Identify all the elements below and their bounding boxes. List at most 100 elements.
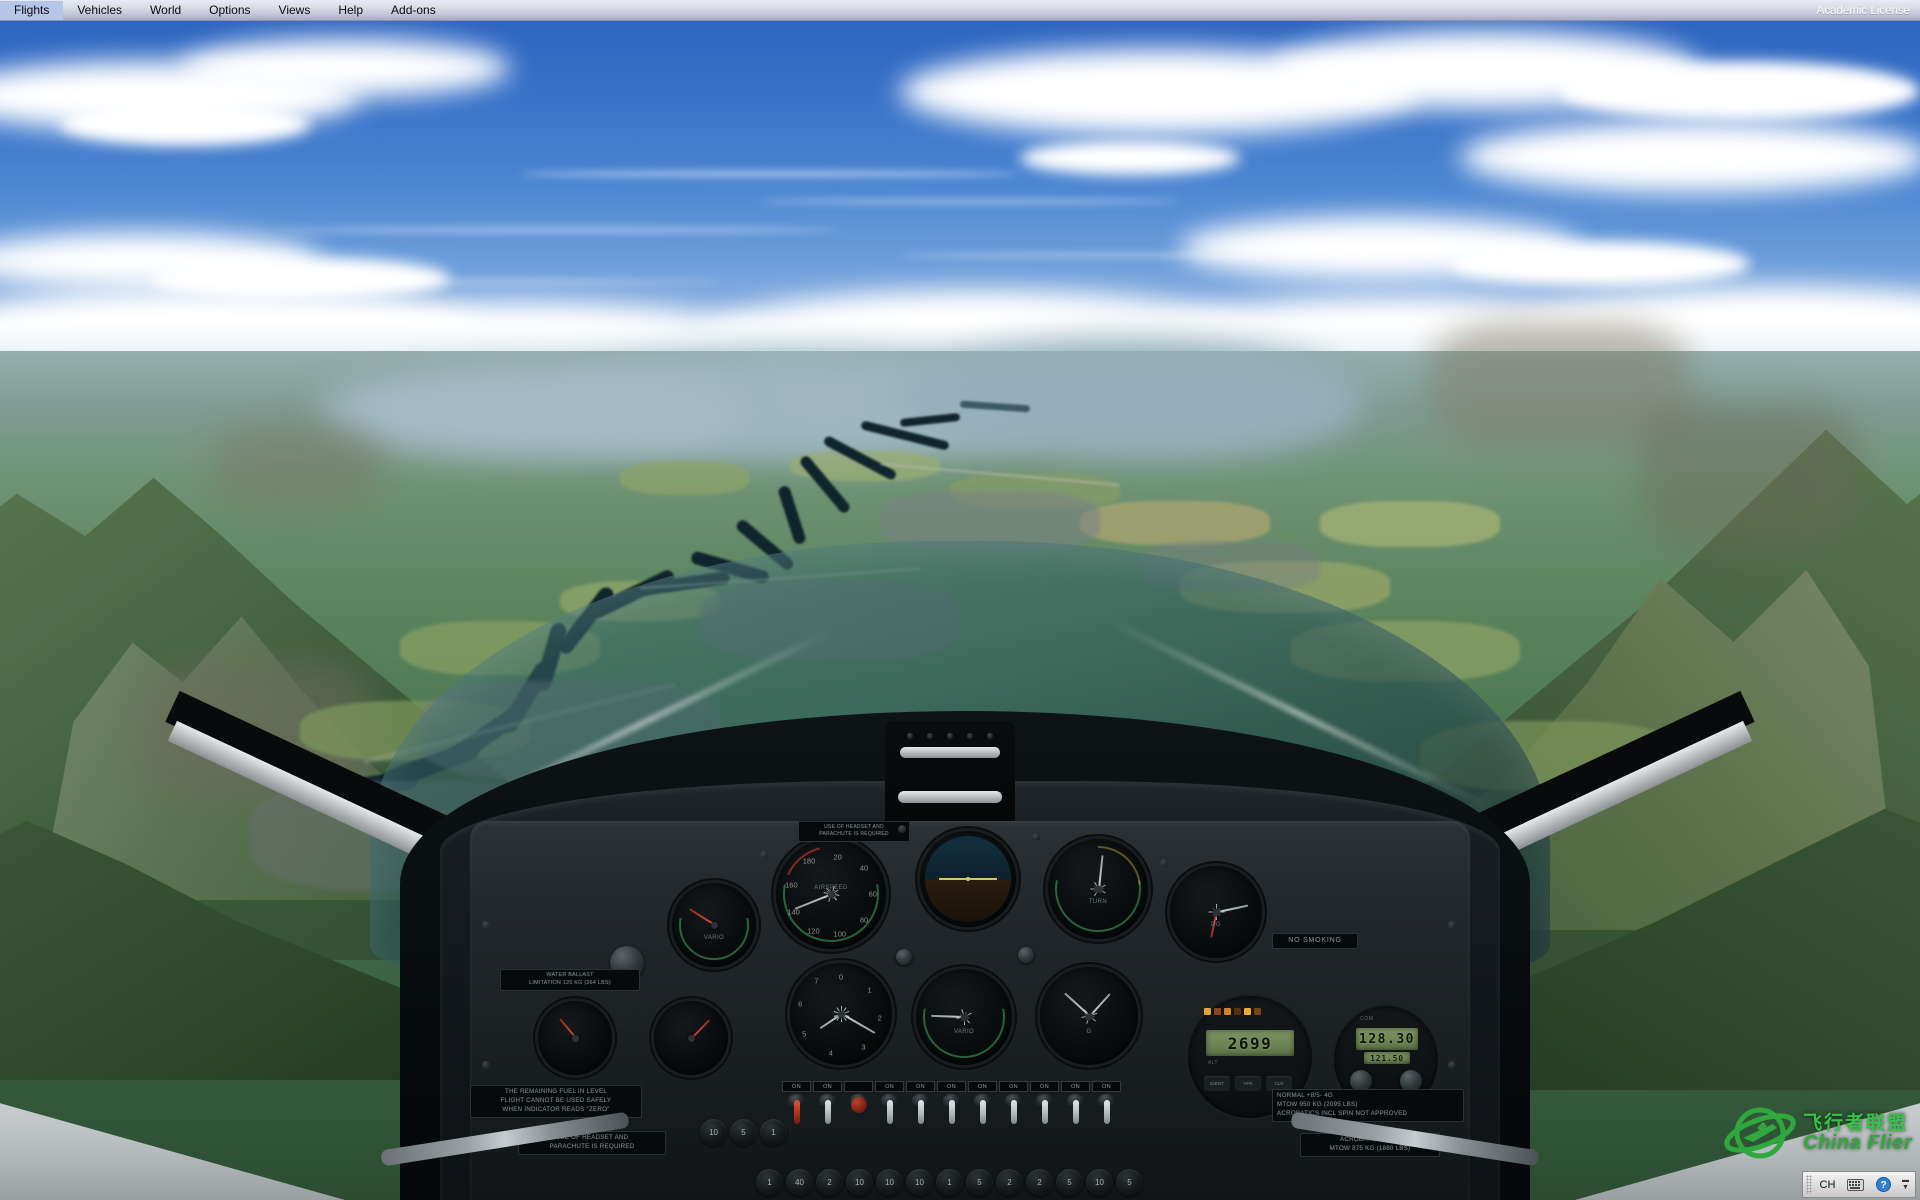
nav-lights[interactable]: ON <box>875 1081 904 1127</box>
menu-item-world[interactable]: World <box>136 1 195 20</box>
panel-screw <box>1448 1061 1456 1069</box>
turn-coordinator-gauge[interactable]: TURN <box>1048 839 1148 939</box>
circuit-breaker[interactable]: 10 <box>876 1169 903 1196</box>
circuit-breaker[interactable]: 2 <box>996 1169 1023 1196</box>
left-aux-gauge-2[interactable] <box>654 1001 728 1075</box>
circuit-breaker[interactable]: 1 <box>756 1169 783 1196</box>
pitot-heat[interactable]: ON <box>968 1081 997 1127</box>
circuit-breaker[interactable]: 5 <box>1116 1169 1143 1196</box>
turn-coordinator-knob[interactable] <box>1018 947 1034 963</box>
gauge-tick-label: 180 <box>802 856 816 866</box>
variometer-right-gauge[interactable]: VARIO <box>916 969 1012 1065</box>
gauge-tick-label: 3 <box>861 1042 866 1052</box>
left-aux-gauge-1[interactable] <box>538 1001 612 1075</box>
panel-screw <box>482 1061 490 1069</box>
menu-label: Help <box>338 3 364 17</box>
circuit-breaker[interactable]: 40 <box>786 1169 813 1196</box>
altimeter-setting-knob[interactable] <box>896 949 912 965</box>
transponder-button-ident[interactable]: IDENT <box>1204 1076 1230 1091</box>
circuit-breaker[interactable]: 1 <box>760 1119 787 1146</box>
transponder-code-display: 2699 <box>1206 1030 1294 1056</box>
menu-item-addons[interactable]: Add-ons <box>377 1 450 20</box>
strobe-lights[interactable]: ON <box>906 1081 935 1127</box>
simulator-3d-view[interactable]: VARIO 20 40 60 80 100 120 140 160 180 AI… <box>0 21 1920 1200</box>
circuit-breaker[interactable]: 5 <box>1056 1169 1083 1196</box>
application-menu-bar[interactable]: Flights Vehicles World Options Views Hel… <box>0 0 1920 21</box>
farm-field <box>1290 621 1520 681</box>
circuit-breaker[interactable]: 10 <box>846 1169 873 1196</box>
cloud <box>180 39 510 97</box>
beacon-switch[interactable]: ON <box>937 1081 966 1127</box>
attitude-indicator-gauge[interactable] <box>920 831 1016 927</box>
com-active-frequency: 128.30 <box>1356 1028 1418 1050</box>
switch-lever[interactable] <box>979 1100 986 1124</box>
needle-hub <box>571 1034 579 1042</box>
directional-gyro-gauge[interactable]: DG <box>1170 866 1262 958</box>
canopy-handle-lower[interactable] <box>898 791 1002 803</box>
transponder-mode-label: ALT <box>1208 1060 1218 1066</box>
circuit-breaker[interactable]: 1 <box>936 1169 963 1196</box>
keyboard-glyph <box>1847 1178 1864 1191</box>
cloud <box>60 103 310 145</box>
instrument-power[interactable]: ON <box>1030 1081 1059 1127</box>
switch-lever[interactable] <box>1041 1100 1048 1124</box>
panel-lights[interactable]: ON <box>999 1081 1028 1127</box>
g-meter-gauge[interactable]: G <box>1040 967 1138 1065</box>
switch-cap-label: ON <box>782 1081 811 1092</box>
altimeter-gauge[interactable]: 0 1 2 3 4 5 6 7 <box>790 963 892 1065</box>
transponder-button-vfr[interactable]: VFR <box>1235 1076 1261 1091</box>
keyboard-icon[interactable] <box>1843 1174 1868 1195</box>
variometer-left-gauge[interactable]: VARIO <box>672 883 756 967</box>
switch-lever[interactable] <box>824 1100 831 1124</box>
menu-item-help[interactable]: Help <box>324 1 377 20</box>
circuit-breaker[interactable]: 10 <box>906 1169 933 1196</box>
menu-item-vehicles[interactable]: Vehicles <box>63 1 136 20</box>
help-icon[interactable]: ? <box>1871 1174 1896 1195</box>
ime-drag-handle[interactable] <box>1806 1175 1812 1194</box>
airspeed-indicator-gauge[interactable]: 20 40 60 80 100 120 140 160 180 AIRSPEED <box>776 839 886 949</box>
panel-screw <box>760 851 768 859</box>
ime-language-button[interactable]: CH <box>1815 1174 1840 1195</box>
switch-lever[interactable] <box>1010 1100 1017 1124</box>
menu-item-flights[interactable]: Flights <box>0 0 64 20</box>
menu-label: Vehicles <box>77 3 123 17</box>
circuit-breaker-row-upper[interactable]: 10 5 1 <box>700 1119 787 1146</box>
circuit-breaker[interactable]: 2 <box>816 1169 843 1196</box>
circuit-breaker[interactable]: 5 <box>730 1119 757 1146</box>
switch-lever[interactable] <box>1072 1100 1079 1124</box>
switch-lever[interactable] <box>793 1100 800 1124</box>
xpdr-power[interactable]: ON <box>1092 1081 1121 1127</box>
switch-knob[interactable] <box>850 1097 867 1113</box>
placard-upper-panel: USE OF HEADSET AND PARACHUTE IS REQUIRED <box>798 821 910 842</box>
needle-hub <box>710 921 718 929</box>
switch-lever[interactable] <box>886 1100 893 1124</box>
gauge-tick-label: 7 <box>814 976 819 986</box>
switch-lever[interactable] <box>1103 1100 1110 1124</box>
menu-item-views[interactable]: Views <box>265 1 325 20</box>
switch-row[interactable]: ON ON ON ON ON ON ON ON ON ON <box>782 1081 1121 1127</box>
menu-item-options[interactable]: Options <box>195 1 264 20</box>
placard-water-ballast: WATER BALLAST LIMITATION 120 KG (264 LBS… <box>500 969 640 991</box>
ime-language-bar[interactable]: CH ? ▬ ▼ <box>1802 1171 1916 1198</box>
radio-power[interactable]: ON <box>1061 1081 1090 1127</box>
gauge-tick-label: 6 <box>798 999 803 1009</box>
gauge-label: G <box>1086 1029 1092 1035</box>
gauge-label: VARIO <box>953 1029 975 1035</box>
canopy-handle-upper[interactable] <box>900 747 1000 758</box>
switch-lever[interactable] <box>948 1100 955 1124</box>
cloud <box>1450 241 1750 287</box>
circuit-breaker[interactable]: 5 <box>966 1169 993 1196</box>
switch-lever[interactable] <box>917 1100 924 1124</box>
annunciator-light <box>1244 1008 1251 1015</box>
switch-cap-label: ON <box>875 1081 904 1092</box>
circuit-breaker[interactable]: 10 <box>1086 1169 1113 1196</box>
circuit-breaker[interactable]: 2 <box>1026 1169 1053 1196</box>
menu-label: Views <box>278 3 311 17</box>
avionics-switch[interactable]: ON <box>813 1081 842 1127</box>
circuit-breaker-row-lower[interactable]: 1 40 2 10 10 10 1 5 2 2 5 10 5 <box>756 1169 1143 1196</box>
town <box>700 581 960 661</box>
chevron-down-icon[interactable]: ▬ ▼ <box>1899 1174 1912 1195</box>
warning-button[interactable] <box>844 1081 873 1127</box>
needle-hub <box>827 890 835 898</box>
circuit-breaker[interactable]: 10 <box>700 1119 727 1146</box>
